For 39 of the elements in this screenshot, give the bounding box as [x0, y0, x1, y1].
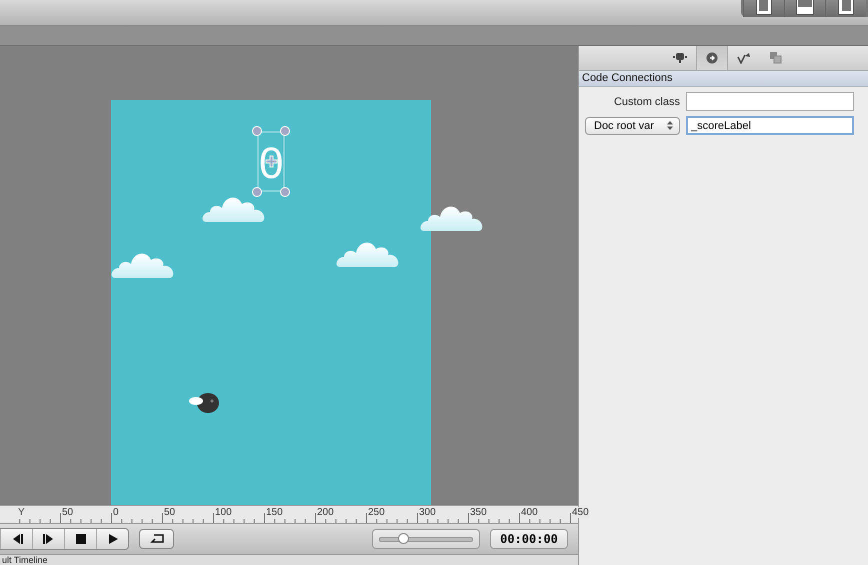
left-panel-icon — [756, 0, 772, 15]
ruler-label: 450 — [572, 507, 589, 518]
right-panel-icon — [838, 0, 854, 15]
node-icon — [673, 53, 687, 63]
ruler-label: 150 — [266, 507, 283, 518]
ruler-label: 400 — [521, 507, 538, 518]
field-label: Custom class — [612, 96, 680, 108]
axis-label: Y — [18, 507, 25, 518]
ruler-label: 100 — [215, 507, 232, 518]
custom-class-field[interactable] — [686, 92, 854, 111]
stop-icon — [76, 534, 86, 544]
doc-root-dropdown[interactable]: Doc root var — [585, 116, 680, 134]
ruler-label: 300 — [419, 507, 436, 518]
play-icon — [108, 534, 118, 544]
right-panel-toggle[interactable] — [825, 0, 866, 17]
layers-icon — [770, 52, 782, 64]
ruler-label: 50 — [62, 507, 74, 518]
pin-icon — [737, 52, 751, 64]
left-panel-toggle[interactable] — [743, 0, 784, 17]
bottom-panel-toggle[interactable] — [784, 0, 825, 17]
ruler-label: 50 — [164, 507, 176, 518]
ruler-label: 200 — [317, 507, 334, 518]
loop-button[interactable] — [139, 529, 174, 549]
ruler-label: 0 — [113, 507, 119, 518]
timeline-title: ult Timeline — [1, 555, 48, 565]
loop-icon — [150, 534, 164, 544]
bird-sprite — [188, 391, 220, 414]
ruler-label: 350 — [470, 507, 487, 518]
step-back-icon — [10, 534, 22, 544]
ruler-label: 250 — [368, 507, 385, 518]
zoom-slider[interactable] — [372, 529, 480, 549]
inspector-tab[interactable] — [696, 46, 728, 70]
section-header: Code Connections — [579, 71, 868, 87]
step-forward-icon — [42, 534, 54, 544]
variable-name-field[interactable]: _scoreLabel — [686, 116, 854, 135]
arrow-circle-icon — [706, 52, 718, 64]
stepper-arrows-icon — [667, 121, 673, 130]
time-display: 00:00:00 — [490, 529, 568, 549]
bottom-panel-icon — [796, 0, 814, 15]
